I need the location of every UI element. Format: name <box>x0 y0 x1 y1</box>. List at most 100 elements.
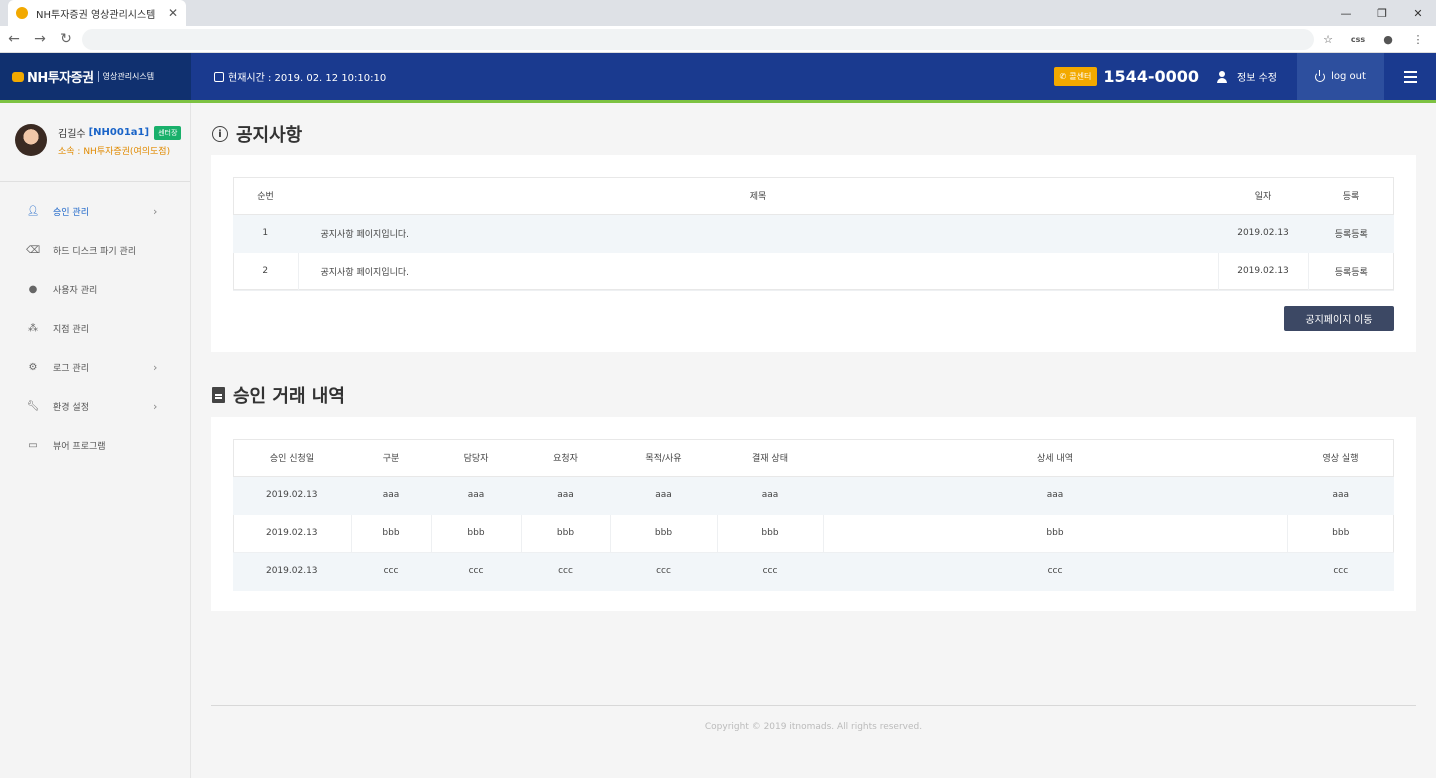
browser-toolbar: ← → ↻ ☆ css ● ⋮ <box>0 26 1436 53</box>
forward-icon[interactable]: → <box>28 27 52 51</box>
callcenter-badge: ✆ 콜센터 <box>1053 67 1098 86</box>
sidebar-item-branches[interactable]: ⁂ 지점 관리 <box>0 309 190 348</box>
cell-title[interactable]: 공지사항 페이지입니다. <box>298 251 1219 291</box>
reload-icon[interactable]: ↻ <box>54 27 78 51</box>
sidebar-item-hdd-disposal[interactable]: ⌫ 하드 디스크 파기 관리 <box>0 231 190 270</box>
menu-toggle-icon[interactable] <box>1384 53 1436 100</box>
table-row[interactable]: 2019.02.13 bbb bbb bbb bbb bbb bbb bbb <box>233 513 1394 553</box>
info-icon: i <box>212 126 228 142</box>
cell-index: 1 <box>233 213 299 253</box>
cell-category: aaa <box>351 475 432 515</box>
browser-tabbar: NH투자증권 영상관리시스템 ✕ — ❐ ✕ <box>0 0 1436 26</box>
logo-mark-icon <box>12 71 24 82</box>
approval-title: 승인 거래 내역 <box>233 386 345 407</box>
browser-tab[interactable]: NH투자증권 영상관리시스템 ✕ <box>8 0 186 26</box>
address-bar[interactable] <box>82 29 1314 50</box>
cell-request-date: 2019.02.13 <box>233 475 352 515</box>
back-icon[interactable]: ← <box>2 27 26 51</box>
sitemap-icon: ⁂ <box>28 323 38 334</box>
user-org: 소속 : NH투자증권(여의도점) <box>58 147 171 157</box>
cell-play-video[interactable]: aaa <box>1287 475 1394 515</box>
user-id: [NH001a1] <box>88 127 150 138</box>
table-row[interactable]: 2 공지사항 페이지입니다. 2019.02.13 등록등록 <box>233 251 1394 291</box>
gear-icon: ⚙ <box>28 362 38 373</box>
close-window-icon[interactable]: ✕ <box>1400 0 1436 26</box>
cell-requester: ccc <box>521 551 611 591</box>
footer-copyright: Copyright © 2019 itnomads. All rights re… <box>704 722 923 732</box>
cell-request-date: 2019.02.13 <box>233 551 352 591</box>
go-notice-page-button[interactable]: 공지페이지 이동 <box>1284 306 1394 331</box>
chevron-right-icon: › <box>153 205 158 218</box>
notice-title: 공지사항 <box>236 125 303 146</box>
column-header: 상세 내역 <box>823 439 1287 477</box>
cell-detail[interactable]: aaa <box>823 475 1288 515</box>
tab-close-icon[interactable]: ✕ <box>168 6 178 20</box>
column-header: 목적/사유 <box>610 439 717 477</box>
table-row[interactable]: 2019.02.13 ccc ccc ccc ccc ccc ccc ccc <box>233 551 1394 591</box>
header-actions: ✆ 콜센터 1544-0000 정보 수정 log out <box>1053 53 1436 100</box>
sidebar-item-logs[interactable]: ⚙ 로그 관리 › <box>0 348 190 387</box>
cell-category: bbb <box>351 513 432 553</box>
table-row[interactable]: 1 공지사항 페이지입니다. 2019.02.13 등록등록 <box>233 213 1394 253</box>
user-check-icon: 👤︎ <box>26 206 40 217</box>
bookmark-star-icon[interactable]: ☆ <box>1316 33 1340 46</box>
profile-edit-label: 정보 수정 <box>1237 73 1277 84</box>
cell-purpose: bbb <box>610 513 718 553</box>
cell-requester: bbb <box>521 513 611 553</box>
notice-heading: i 공지사항 <box>212 121 302 147</box>
cell-status: aaa <box>717 475 824 515</box>
browser-actions: ☆ css ● ⋮ <box>1316 26 1430 53</box>
cell-manager: bbb <box>431 513 522 553</box>
sidebar-item-label: 뷰어 프로그램 <box>53 442 106 452</box>
sidebar-item-label: 하드 디스크 파기 관리 <box>53 247 137 257</box>
cell-register: 등록등록 <box>1308 213 1394 253</box>
profile-edit-link[interactable]: 정보 수정 <box>1217 69 1277 84</box>
sidebar-item-label: 지점 관리 <box>53 325 89 335</box>
cell-date: 2019.02.13 <box>1218 213 1309 253</box>
cell-detail[interactable]: bbb <box>823 513 1288 553</box>
cell-detail[interactable]: ccc <box>823 551 1288 591</box>
sidebar-item-label: 환경 설정 <box>53 403 89 413</box>
logout-label: log out <box>1331 71 1366 82</box>
approval-table: 승인 신청일 구분 담당자 요청자 목적/사유 결재 상태 상세 내역 영상 실… <box>233 439 1394 591</box>
logo-subtitle: 영상관리시스템 <box>97 71 154 82</box>
callcenter-phone: 1544-0000 <box>1103 67 1200 86</box>
more-menu-icon[interactable]: ⋮ <box>1406 33 1430 46</box>
chevron-right-icon: › <box>153 361 158 374</box>
user-name: 김길수 <box>58 129 86 140</box>
sidebar-item-label: 사용자 관리 <box>53 286 98 296</box>
calendar-icon <box>214 71 224 82</box>
cell-manager: ccc <box>431 551 522 591</box>
sidebar-item-users[interactable]: ● 사용자 관리 <box>0 270 190 309</box>
footer-divider <box>211 705 1416 706</box>
header-accent-line <box>0 100 1436 103</box>
chevron-right-icon: › <box>153 400 158 413</box>
notice-panel: 순번 제목 일자 등록 1 공지사항 페이지입니다. 2019.02.13 등록… <box>211 155 1416 352</box>
logo[interactable]: NH투자증권 영상관리시스템 <box>0 53 191 100</box>
window-controls: — ❐ ✕ <box>1328 0 1436 26</box>
table-row[interactable]: 2019.02.13 aaa aaa aaa aaa aaa aaa aaa <box>233 475 1394 515</box>
css-extension-icon[interactable]: css <box>1346 35 1370 44</box>
current-time-text: 현재시간 : 2019. 02. 12 10:10:10 <box>228 73 387 84</box>
column-header: 제목 <box>298 177 1218 215</box>
approval-heading: 승인 거래 내역 <box>212 382 345 408</box>
cell-play-video[interactable]: bbb <box>1287 513 1394 553</box>
sidebar-item-viewer[interactable]: ▭ 뷰어 프로그램 <box>0 426 190 465</box>
role-badge: 센터장 <box>154 125 182 140</box>
cell-play-video[interactable]: ccc <box>1287 551 1394 591</box>
account-icon[interactable]: ● <box>1376 33 1400 46</box>
minimize-icon[interactable]: — <box>1328 0 1364 26</box>
cell-title[interactable]: 공지사항 페이지입니다. <box>298 213 1219 253</box>
logout-button[interactable]: log out <box>1297 53 1384 100</box>
restore-icon[interactable]: ❐ <box>1364 0 1400 26</box>
user-card: 김길수 [NH001a1] 센터장 소속 : NH투자증권(여의도점) <box>0 103 190 182</box>
sidebar-item-approval[interactable]: 👤︎ 승인 관리 › <box>0 192 190 231</box>
sidebar-item-settings[interactable]: 🔧︎ 환경 설정 › <box>0 387 190 426</box>
power-icon <box>1315 69 1326 82</box>
sidebar-menu: 👤︎ 승인 관리 › ⌫ 하드 디스크 파기 관리 ● 사용자 관리 ⁂ 지점 … <box>0 192 190 465</box>
sidebar-item-label: 로그 관리 <box>53 364 89 374</box>
broom-icon: ⌫ <box>25 245 41 256</box>
column-header: 영상 실행 <box>1287 439 1394 477</box>
column-header: 등록 <box>1308 177 1394 215</box>
cell-date: 2019.02.13 <box>1218 251 1309 291</box>
